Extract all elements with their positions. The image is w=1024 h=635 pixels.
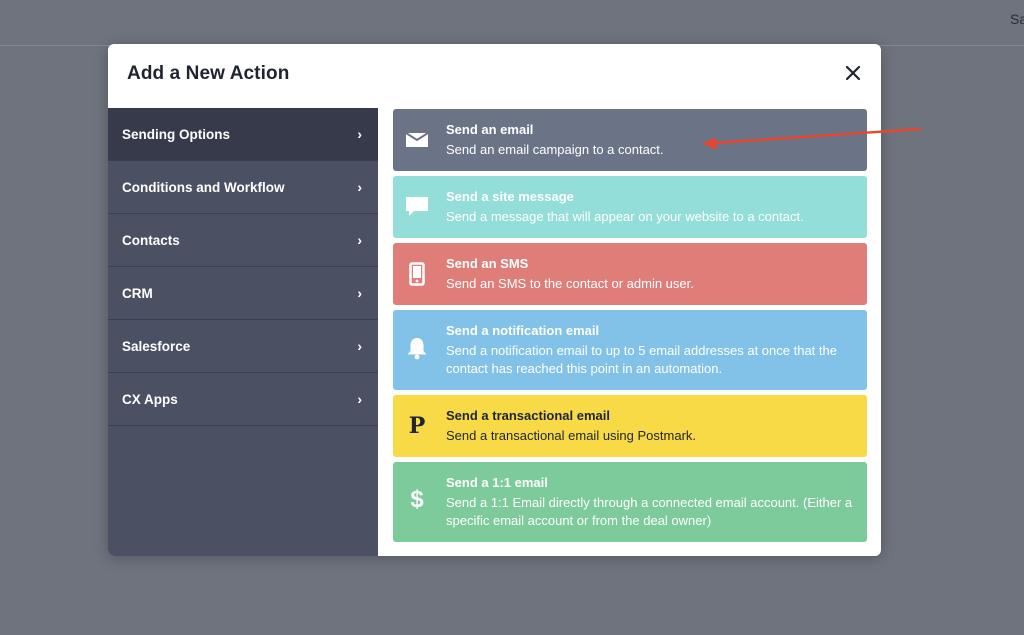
action-description: Send an SMS to the contact or admin user… (446, 276, 694, 291)
action-description: Send a message that will appear on your … (446, 209, 804, 224)
action-title: Send a notification email (446, 323, 600, 338)
action-send-one-to-one-email[interactable]: $ Send a 1:1 email Send a 1:1 Email dire… (393, 462, 867, 542)
action-description: Send a 1:1 Email directly through a conn… (446, 495, 853, 528)
close-icon (845, 65, 861, 81)
action-title: Send an email (446, 122, 534, 137)
sidebar-item-label: Contacts (122, 232, 180, 248)
action-send-email[interactable]: Send an email Send an email campaign to … (393, 109, 867, 171)
chevron-right-icon: › (357, 232, 362, 248)
action-send-notification-email[interactable]: Send a notification email Send a notific… (393, 310, 867, 390)
action-title: Send a site message (446, 189, 574, 204)
sidebar-item-conditions-workflow[interactable]: Conditions and Workflow › (108, 161, 378, 214)
action-send-sms[interactable]: Send an SMS Send an SMS to the contact o… (393, 243, 867, 305)
sidebar-item-label: Sending Options (122, 126, 230, 142)
sidebar-item-salesforce[interactable]: Salesforce › (108, 320, 378, 373)
sidebar: Sending Options › Conditions and Workflo… (108, 108, 378, 556)
sidebar-item-contacts[interactable]: Contacts › (108, 214, 378, 267)
close-button[interactable] (843, 63, 863, 83)
add-action-modal: Add a New Action Sending Options › Condi… (108, 44, 881, 556)
sidebar-item-label: Salesforce (122, 338, 191, 354)
sidebar-item-label: Conditions and Workflow (122, 179, 285, 195)
postmark-p-icon: P (408, 413, 426, 439)
phone-icon (405, 262, 429, 286)
action-description: Send a notification email to up to 5 ema… (446, 343, 837, 376)
action-title: Send a 1:1 email (446, 475, 548, 490)
dollar-icon: $ (410, 486, 424, 513)
page-topbar: Sa (0, 0, 1024, 46)
modal-title: Add a New Action (127, 63, 290, 84)
chevron-right-icon: › (357, 338, 362, 354)
sidebar-item-label: CX Apps (122, 391, 178, 407)
chevron-right-icon: › (357, 126, 362, 142)
action-title: Send an SMS (446, 256, 529, 271)
chevron-right-icon: › (357, 179, 362, 195)
action-description: Send an email campaign to a contact. (446, 142, 664, 157)
action-description: Send a transactional email using Postmar… (446, 428, 697, 443)
sidebar-item-crm[interactable]: CRM › (108, 267, 378, 320)
action-list: Send an email Send an email campaign to … (393, 109, 867, 547)
action-title: Send a transactional email (446, 408, 611, 423)
action-send-transactional-email[interactable]: P Send a transactional email Send a tran… (393, 395, 867, 457)
modal-header: Add a New Action (108, 44, 881, 108)
chevron-right-icon: › (357, 285, 362, 301)
sidebar-item-label: CRM (122, 285, 153, 301)
topbar-partial-text[interactable]: Sa (1010, 11, 1024, 27)
bell-icon (405, 336, 429, 360)
chevron-right-icon: › (357, 391, 362, 407)
envelope-icon (405, 128, 429, 152)
sidebar-item-sending-options[interactable]: Sending Options › (108, 108, 378, 161)
action-send-site-message[interactable]: Send a site message Send a message that … (393, 176, 867, 238)
chat-bubble-icon (405, 195, 429, 219)
sidebar-item-cx-apps[interactable]: CX Apps › (108, 373, 378, 426)
